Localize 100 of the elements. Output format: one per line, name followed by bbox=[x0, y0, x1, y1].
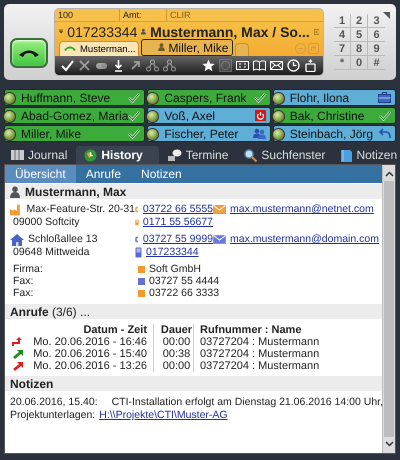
network-icon[interactable] bbox=[146, 59, 159, 72]
caller-name: Mustermann, Max / So... bbox=[150, 24, 310, 40]
check-icon bbox=[128, 110, 140, 120]
check-icon[interactable] bbox=[61, 59, 74, 72]
network-icon[interactable] bbox=[163, 59, 176, 72]
scroll-down-icon[interactable] bbox=[384, 441, 394, 447]
contact-button[interactable]: Flohr, Ilona bbox=[272, 89, 396, 106]
dropdown-icon[interactable] bbox=[59, 28, 64, 35]
keypad-key[interactable]: 8 bbox=[351, 42, 368, 56]
globe-icon bbox=[84, 148, 98, 162]
mobile-icon bbox=[135, 247, 142, 258]
mail-icon[interactable] bbox=[270, 59, 283, 72]
subtab[interactable]: Übersicht bbox=[5, 165, 76, 183]
star-icon[interactable] bbox=[202, 59, 215, 72]
subtab[interactable]: Anrufe bbox=[76, 165, 132, 183]
phone-link[interactable]: 03722 66 5555 bbox=[142, 203, 213, 216]
section-title: Anrufe (3/6) ... bbox=[10, 304, 90, 318]
phone-icon bbox=[18, 48, 40, 58]
tab[interactable]: Journal bbox=[4, 146, 74, 164]
table-cell-text: Mo. 20.06.2016 - 13:26 bbox=[32, 360, 148, 372]
keypad-key[interactable]: 2 bbox=[351, 14, 368, 28]
hang-up-button[interactable] bbox=[10, 38, 48, 68]
street-text: Schloßallee 13 bbox=[28, 233, 98, 246]
keypad-key[interactable]: 6 bbox=[368, 28, 385, 42]
scroll-up-icon[interactable] bbox=[384, 171, 394, 177]
check-icon bbox=[128, 92, 140, 102]
field-value: 03722 66 3333 bbox=[149, 287, 220, 299]
contact-button[interactable]: Huffmann, Steve bbox=[4, 89, 146, 106]
contact-button[interactable]: Fischer, Peter bbox=[147, 125, 271, 142]
tab[interactable]: Termine bbox=[160, 146, 236, 164]
keypad-key[interactable]: 9 bbox=[368, 42, 385, 56]
field-label: Fax: bbox=[13, 275, 34, 287]
mobile-icon bbox=[135, 217, 139, 228]
book-icon[interactable] bbox=[253, 59, 266, 72]
contact-button[interactable]: Bak, Christine bbox=[272, 107, 396, 124]
keypad-key[interactable]: 0 bbox=[351, 56, 368, 70]
keypad-key[interactable]: 1 bbox=[334, 14, 351, 28]
close-icon[interactable] bbox=[78, 59, 91, 72]
check-icon bbox=[379, 110, 391, 120]
tab[interactable]: Notizen bbox=[334, 146, 400, 164]
add-icon[interactable] bbox=[314, 26, 319, 36]
phone-link[interactable]: 03727 55 9999 bbox=[142, 233, 213, 246]
menu-icon[interactable] bbox=[383, 12, 390, 19]
mobile-link[interactable]: 017233344 bbox=[146, 246, 199, 259]
check-icon bbox=[128, 128, 140, 138]
tab[interactable]: Suchfenster bbox=[237, 146, 332, 164]
keypad-key[interactable]: * bbox=[334, 56, 351, 70]
person-icon bbox=[158, 42, 166, 50]
person-icon bbox=[10, 186, 20, 198]
number-field[interactable]: 017233344 bbox=[67, 24, 138, 40]
email-link[interactable]: max.mustermann@netnet.com bbox=[230, 203, 374, 216]
person-icon bbox=[141, 26, 146, 37]
keypad-key[interactable]: 5 bbox=[351, 28, 368, 42]
call-tab[interactable]: Miller, Mike bbox=[141, 39, 234, 56]
note-text: CTI-Installation erfolgt am Dienstag 21.06.2016 14:00 Uhr, bbox=[112, 396, 383, 409]
arrow-icon[interactable] bbox=[129, 59, 142, 72]
search-icon bbox=[244, 148, 258, 162]
field-value: Soft GmbH bbox=[149, 263, 201, 275]
keypad-key[interactable]: # bbox=[368, 56, 385, 70]
speech-bubble-icon bbox=[168, 149, 182, 161]
mail-icon bbox=[213, 205, 226, 214]
card-icon[interactable] bbox=[236, 59, 249, 72]
keypad-key[interactable]: 3 bbox=[368, 14, 385, 28]
contact-button[interactable]: Steinbach, Jörg bbox=[272, 125, 396, 142]
field-value: 03727 55 4444 bbox=[149, 275, 220, 287]
contact-button[interactable]: Abad-Gomez, Maria bbox=[4, 107, 146, 124]
table-cell: 00:00 bbox=[153, 360, 193, 372]
extension-field[interactable]: 100 bbox=[55, 9, 120, 21]
table-cell: 00:38 bbox=[153, 348, 193, 360]
field-label: Firma: bbox=[13, 263, 44, 275]
subtab[interactable]: Notizen bbox=[131, 165, 192, 183]
phone-icon bbox=[63, 45, 77, 51]
path-link[interactable]: H:\\Projekte\CTI\Muster-AG bbox=[99, 409, 228, 422]
city-text: 09000 Softcity bbox=[12, 216, 81, 229]
email-link[interactable]: max.mustermann@domain.com bbox=[230, 233, 379, 246]
city-text: 09648 Mittweida bbox=[12, 246, 90, 259]
contact-name: Mustermann, Max bbox=[25, 184, 126, 198]
notepad-icon bbox=[341, 148, 352, 162]
box-icon[interactable] bbox=[304, 59, 317, 72]
column-header: Datum - Zeit bbox=[82, 324, 148, 336]
note-date: 20.06.2016, 15.40: bbox=[10, 396, 98, 409]
columns-icon bbox=[11, 150, 24, 160]
table-cell-text: Mo. 20.06.2016 - 15:40 bbox=[32, 348, 148, 360]
tab[interactable]: History bbox=[76, 146, 159, 164]
contact-button[interactable]: Miller, Mike bbox=[4, 125, 146, 142]
factory-icon bbox=[10, 204, 22, 216]
trunk-label: Amt: bbox=[120, 9, 167, 21]
scrollbar[interactable] bbox=[382, 165, 395, 453]
keypad-key[interactable]: 7 bbox=[334, 42, 351, 56]
call-tab[interactable]: Musterman... bbox=[59, 41, 140, 56]
contact-button[interactable]: Caspers, Frank bbox=[147, 89, 271, 106]
keypad-key[interactable]: 4 bbox=[334, 28, 351, 42]
street-text: Max-Feature-Str. 20-31 bbox=[26, 203, 135, 216]
note-label: Projektunterlagen: bbox=[10, 409, 96, 422]
mobile-link[interactable]: 0171 55 56677 bbox=[142, 216, 213, 229]
contact-button[interactable]: Voß, Axel bbox=[147, 107, 271, 124]
section-title: Notizen bbox=[10, 376, 54, 390]
download-icon[interactable] bbox=[112, 59, 125, 72]
mail-icon bbox=[213, 235, 226, 244]
table-cell-text: Mo. 20.06.2016 - 16:46 bbox=[32, 336, 148, 348]
